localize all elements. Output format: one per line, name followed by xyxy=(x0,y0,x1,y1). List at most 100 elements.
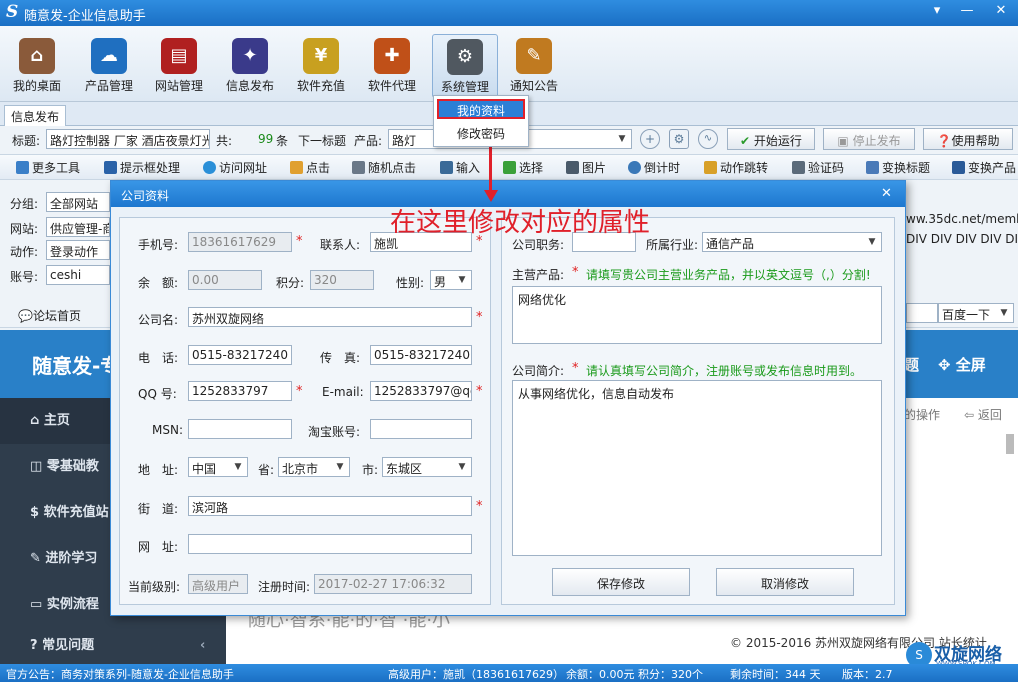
web-nav-faq[interactable]: ? 常见问题 ‹ xyxy=(0,628,226,664)
required-mark: * xyxy=(296,234,303,249)
magic-wand-icon: ✦ xyxy=(232,38,268,74)
tool-countdown[interactable]: 倒计时 xyxy=(628,159,680,176)
toolbar-agent-button[interactable]: ✚ 软件代理 xyxy=(359,34,425,98)
tool-click[interactable]: 点击 xyxy=(290,159,330,176)
menu-arrow-icon[interactable]: ▾ xyxy=(926,3,948,18)
stop-publish-button[interactable]: ▣ 停止发布 xyxy=(823,128,915,150)
toolbar-publish-button[interactable]: ✦ 信息发布 xyxy=(217,34,283,98)
company-detail-group: 公司职务: 所属行业: 通信产品 ▼ 主营产品: * 请填写贵公司主营业务产品，并… xyxy=(501,217,895,605)
title-label: 标题: xyxy=(12,134,41,148)
ie-icon xyxy=(203,161,216,174)
taobao-label: 淘宝账号: xyxy=(308,425,361,439)
tool-jump[interactable]: 动作跳转 xyxy=(704,159,768,176)
company-field[interactable]: 苏州双旋网络 xyxy=(188,307,472,327)
required-mark: * xyxy=(296,384,303,399)
msn-field[interactable] xyxy=(188,419,292,439)
add-icon[interactable]: + xyxy=(640,129,660,149)
tool-change-title[interactable]: 变换标题 xyxy=(866,159,930,176)
minimize-button[interactable]: — xyxy=(956,3,978,18)
tab-publish[interactable]: 信息发布 xyxy=(4,105,67,126)
toolbar-sites-button[interactable]: ▤ 网站管理 xyxy=(146,34,212,98)
intro-label: 公司简介: xyxy=(512,364,565,378)
ops-menu[interactable]: 的操作 xyxy=(904,406,940,423)
settings-icon[interactable]: ⚙ xyxy=(669,129,689,149)
search-input[interactable] xyxy=(906,303,938,323)
chart-icon[interactable]: ∿ xyxy=(698,129,718,149)
msn-label: MSN: xyxy=(152,423,183,437)
level-field: 高级用户 xyxy=(188,574,248,594)
back-button[interactable]: ⇦ 返回 xyxy=(964,406,1002,423)
tool-prompt[interactable]: 提示框处理 xyxy=(104,159,180,176)
website-field[interactable] xyxy=(188,534,472,554)
tool-select[interactable]: 选择 xyxy=(503,159,543,176)
dice-icon xyxy=(352,161,365,174)
cube-icon xyxy=(952,161,965,174)
points-label: 积分: xyxy=(276,276,305,290)
save-button[interactable]: 保存修改 xyxy=(552,568,690,596)
toolbar-desktop-button[interactable]: ⌂ 我的桌面 xyxy=(4,34,70,98)
fax-field[interactable]: 0515-83217240 xyxy=(370,345,472,365)
products-hint: 请填写贵公司主营业务产品，并以英文逗号（,）分割! xyxy=(586,268,871,282)
toolbar-system-button[interactable]: ⚙ 系统管理 xyxy=(432,34,498,98)
close-window-button[interactable]: ✕ xyxy=(990,3,1012,18)
title-input[interactable]: 路灯控制器 厂家 酒店夜景灯光 xyxy=(46,129,210,149)
group-select[interactable]: 全部网站 xyxy=(46,192,110,212)
industry-select[interactable]: 通信产品 ▼ xyxy=(702,232,882,252)
tool-image[interactable]: 图片 xyxy=(566,159,606,176)
products-textarea[interactable]: 网络优化 xyxy=(512,286,882,344)
email-field[interactable]: 1252833797@qq xyxy=(370,381,472,401)
toolbar-recharge-button[interactable]: ¥ 软件充值 xyxy=(288,34,354,98)
tool-more[interactable]: 更多工具 xyxy=(16,159,80,176)
annotation-arrow-head xyxy=(484,190,498,202)
action-select[interactable]: 登录动作 xyxy=(46,240,110,260)
tool-captcha[interactable]: 验证码 xyxy=(792,159,844,176)
menu-item-change-password[interactable]: 修改密码 xyxy=(437,124,525,144)
status-user: 高级用户：施凯（18361617629） xyxy=(388,668,564,681)
gender-select[interactable]: 男 ▼ xyxy=(430,270,472,290)
close-icon[interactable]: ✕ xyxy=(881,186,892,201)
tel-field[interactable]: 0515-83217240 xyxy=(188,345,292,365)
gift-icon: ✚ xyxy=(374,38,410,74)
tool-visit[interactable]: 访问网址 xyxy=(203,159,267,176)
web-scrollbar[interactable] xyxy=(1006,434,1014,454)
province-select[interactable]: 北京市 ▼ xyxy=(278,457,350,477)
fullscreen-button[interactable]: ✥ 全屏 xyxy=(938,354,986,375)
phone-field: 18361617629 xyxy=(188,232,292,252)
qq-field[interactable]: 1252833797 xyxy=(188,381,292,401)
back-icon: ⇦ xyxy=(964,408,978,422)
gear-icon: ⚙ xyxy=(447,39,483,75)
help-icon: ❓ xyxy=(936,134,952,148)
status-version: 版本：2.7 xyxy=(842,668,893,681)
intro-textarea[interactable]: 从事网络优化，信息自动发布 xyxy=(512,380,882,556)
city-select[interactable]: 东城区 ▼ xyxy=(382,457,472,477)
country-select[interactable]: 中国 ▼ xyxy=(188,457,248,477)
street-field[interactable]: 滨河路 xyxy=(188,496,472,516)
house-icon: ⌂ xyxy=(19,38,55,74)
intro-hint: 请认真填写公司简介，注册账号或发布信息时用到。 xyxy=(586,364,863,378)
next-title-link[interactable]: 下一标题 xyxy=(298,132,346,149)
taobao-field[interactable] xyxy=(370,419,472,439)
chevron-down-icon: ▼ xyxy=(868,237,876,247)
tool-random-click[interactable]: 随机点击 xyxy=(352,159,416,176)
start-run-button[interactable]: ✔ 开始运行 xyxy=(727,128,815,150)
required-mark: * xyxy=(572,361,579,376)
account-select[interactable]: ceshi xyxy=(46,265,110,285)
forum-home-link[interactable]: 💬论坛首页 xyxy=(18,307,81,324)
toolbar-products-button[interactable]: ☁ 产品管理 xyxy=(76,34,142,98)
help-button[interactable]: ❓使用帮助 xyxy=(923,128,1013,150)
dialog-title: 公司资料 xyxy=(121,189,170,203)
cancel-button[interactable]: 取消修改 xyxy=(716,568,854,596)
tool-change-product[interactable]: 变换产品 xyxy=(952,159,1016,176)
chevron-down-icon: ▼ xyxy=(458,462,466,472)
total-label: 共: xyxy=(216,134,233,148)
keyboard-icon xyxy=(440,161,453,174)
site-select[interactable]: 供应管理-商 xyxy=(46,217,110,237)
toolbar-notice-button[interactable]: ✎ 通知公告 xyxy=(501,34,567,98)
menu-item-my-profile[interactable]: 我的资料 xyxy=(437,99,525,119)
tool-input[interactable]: 输入 xyxy=(440,159,480,176)
search-engine-select[interactable]: 百度一下 ▼ xyxy=(938,303,1014,323)
html-text: DIV DIV DIV DIV DIV D xyxy=(906,232,1018,246)
required-mark: * xyxy=(476,499,483,514)
total-count: 99 xyxy=(258,132,274,146)
status-remain: 剩余时间：344 天 xyxy=(730,668,821,681)
